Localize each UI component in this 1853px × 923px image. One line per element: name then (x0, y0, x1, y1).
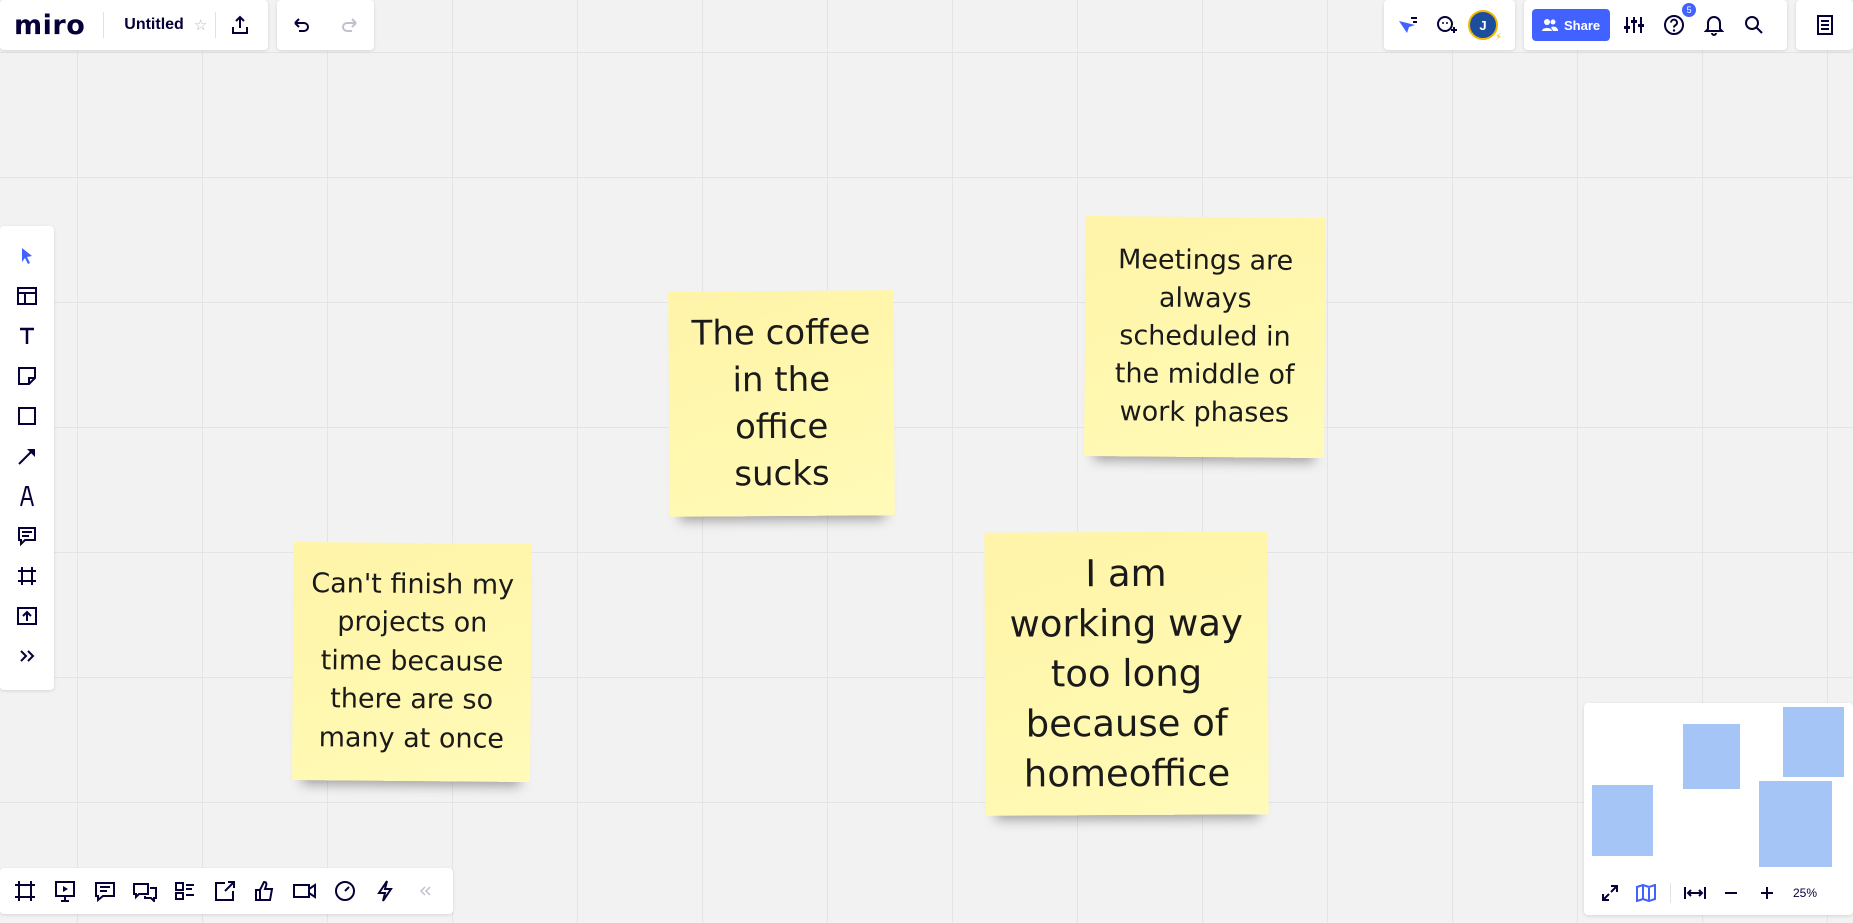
minimap-item (1759, 781, 1832, 867)
sticky-note[interactable]: Meetings are always scheduled in the mid… (1083, 215, 1327, 459)
minimap-item (1783, 707, 1844, 777)
invite-collaborators-icon[interactable] (1430, 9, 1462, 41)
cards-icon[interactable] (169, 875, 201, 907)
divider (103, 12, 105, 38)
select-cursor-icon[interactable] (11, 240, 43, 272)
zoom-level[interactable]: 25% (1793, 886, 1817, 900)
board-tools-panel: Share 5 (1524, 0, 1787, 50)
minimap-item (1683, 724, 1740, 789)
timer-icon[interactable] (329, 875, 361, 907)
notes-list-icon[interactable] (1809, 9, 1841, 41)
bell-icon[interactable] (1698, 9, 1730, 41)
sticky-note-text: I am working way too long because of hom… (1009, 551, 1244, 796)
board-menu-panel (1796, 0, 1853, 50)
avatar-initial: J (1479, 17, 1487, 33)
board-header: miro Untitled ☆ (0, 0, 268, 50)
sticky-note[interactable]: I am working way too long because of hom… (984, 531, 1269, 816)
frame-icon[interactable] (11, 560, 43, 592)
undo-icon[interactable] (285, 9, 317, 41)
user-avatar[interactable]: J ⚡ (1468, 10, 1502, 43)
notifications-badge: 5 (1682, 3, 1697, 17)
minimap[interactable]: 25% (1584, 703, 1853, 915)
fit-to-screen-icon[interactable] (1679, 877, 1711, 909)
templates-icon[interactable] (11, 280, 43, 312)
collapse-icon[interactable] (409, 875, 441, 907)
sticky-note[interactable]: The coffee in the office sucks (668, 290, 895, 517)
sticky-note-icon[interactable] (11, 360, 43, 392)
share-button[interactable]: Share (1532, 9, 1611, 41)
divider (215, 12, 217, 38)
board-title[interactable]: Untitled (124, 16, 184, 34)
pen-icon[interactable] (11, 480, 43, 512)
presentation-icon[interactable] (49, 875, 81, 907)
voting-icon[interactable] (249, 875, 281, 907)
collaboration-toolbar (0, 868, 453, 914)
search-icon[interactable] (1738, 9, 1770, 41)
minimap-item (1592, 785, 1653, 856)
share-label: Share (1564, 17, 1601, 33)
upload-icon[interactable] (11, 600, 43, 632)
history-controls (277, 0, 374, 50)
divider (1670, 883, 1671, 903)
bolt-icon: ⚡ (1494, 32, 1502, 43)
zoom-controls: 25% (1584, 871, 1853, 915)
fullscreen-icon[interactable] (1594, 877, 1626, 909)
zoom-in-icon[interactable] (1751, 877, 1783, 909)
redo-icon[interactable] (334, 9, 366, 41)
video-call-icon[interactable] (289, 875, 321, 907)
zoom-out-icon[interactable] (1715, 877, 1747, 909)
shape-icon[interactable] (11, 400, 43, 432)
miro-logo[interactable]: miro (14, 10, 85, 41)
share-screen-icon[interactable] (209, 875, 241, 907)
arrow-line-icon[interactable] (11, 440, 43, 472)
star-icon[interactable]: ☆ (194, 16, 207, 34)
collaboration-panel: J ⚡ (1384, 0, 1515, 50)
map-icon[interactable] (1630, 877, 1662, 909)
settings-sliders-icon[interactable] (1618, 9, 1650, 41)
sticky-note-text: Can't finish my projects on time because… (311, 567, 515, 755)
sticky-note-text: The coffee in the office sucks (691, 311, 871, 494)
text-icon[interactable] (11, 320, 43, 352)
comments-icon[interactable] (89, 875, 121, 907)
users-icon (1542, 19, 1558, 31)
cursor-reactions-icon[interactable] (1392, 9, 1424, 41)
comment-icon[interactable] (11, 520, 43, 552)
help-icon[interactable]: 5 (1658, 3, 1697, 41)
sticky-note[interactable]: Can't finish my projects on time because… (291, 541, 533, 783)
sticky-note-text: Meetings are always scheduled in the mid… (1114, 244, 1295, 429)
chat-icon[interactable] (129, 875, 161, 907)
more-tools-icon[interactable] (11, 640, 43, 672)
export-icon[interactable] (224, 9, 256, 41)
activity-icon[interactable] (369, 875, 401, 907)
frames-icon[interactable] (9, 875, 41, 907)
creation-toolbar (0, 226, 54, 690)
